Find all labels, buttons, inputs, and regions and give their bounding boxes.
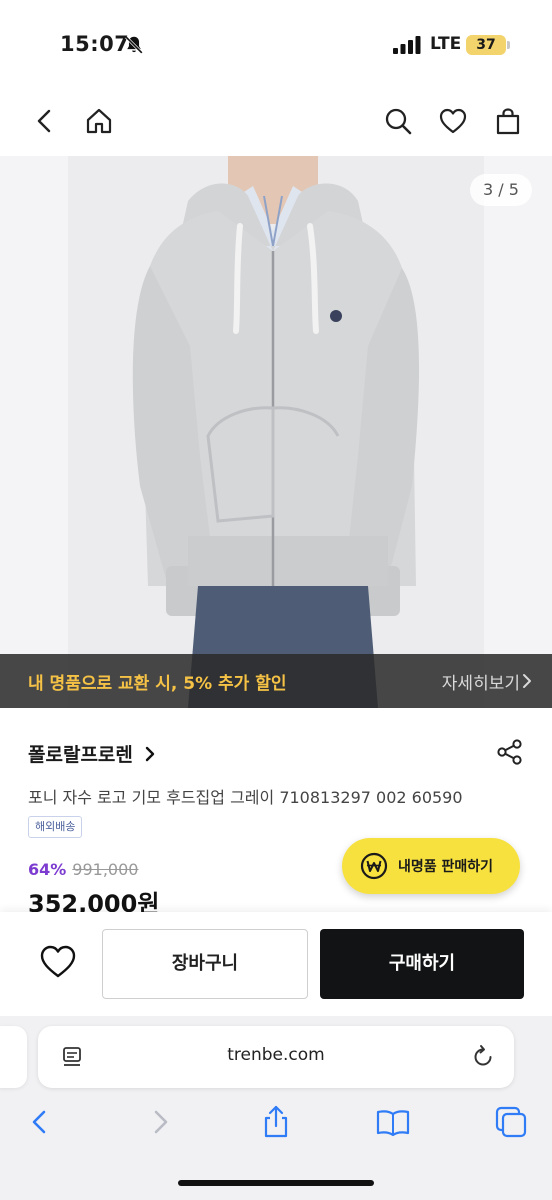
product-title: 포니 자수 로고 기모 후드집업 그레이 710813297 002 60590 xyxy=(28,788,463,807)
battery-tip xyxy=(507,41,510,49)
status-bar: 15:07 LTE 37 xyxy=(0,0,552,86)
brand-link[interactable]: 폴로랄프로렌 xyxy=(28,740,159,767)
final-price: 352,000원 xyxy=(28,890,160,912)
share-icon[interactable] xyxy=(496,738,524,766)
add-to-cart-button[interactable]: 장바구니 xyxy=(102,929,308,999)
promo-banner[interactable]: 내 명품으로 교환 시, 5% 추가 할인 자세히보기 xyxy=(0,654,552,708)
previous-tab-preview[interactable] xyxy=(0,1026,27,1088)
bookmarks-icon[interactable] xyxy=(375,1104,411,1140)
address-bar[interactable]: trenbe.com xyxy=(38,1026,514,1088)
purchase-action-bar: 장바구니 구매하기 xyxy=(0,912,552,1016)
home-button[interactable] xyxy=(82,104,116,138)
battery-icon: 37 xyxy=(466,35,506,55)
browser-forward-icon[interactable] xyxy=(142,1104,178,1140)
sell-button-label: 내명품 판매하기 xyxy=(398,859,494,875)
reload-icon[interactable] xyxy=(470,1044,496,1070)
search-icon xyxy=(385,108,412,135)
safari-toolbar: trenbe.com xyxy=(0,1016,552,1200)
heart-icon[interactable] xyxy=(38,942,78,982)
won-coin-icon xyxy=(360,852,388,880)
image-counter: 3 / 5 xyxy=(470,174,532,206)
discount-rate: 64% xyxy=(28,860,67,879)
url-text: trenbe.com xyxy=(227,1045,325,1065)
chevron-right-icon xyxy=(145,746,155,761)
back-button[interactable] xyxy=(28,104,62,138)
back-icon xyxy=(37,109,51,133)
bag-icon xyxy=(496,108,520,135)
buy-now-button[interactable]: 구매하기 xyxy=(320,929,524,999)
bell-slash-icon xyxy=(125,36,143,54)
shipping-badge: 해외배송 xyxy=(28,816,83,838)
sell-my-luxury-button[interactable]: 내명품 판매하기 xyxy=(342,838,520,894)
promo-details-link[interactable]: 자세히보기 xyxy=(442,669,520,694)
price-row: 64% 991,000 xyxy=(28,860,138,879)
product-image-carousel[interactable]: 3 / 5 내 명품으로 교환 시, 5% 추가 할인 자세히보기 xyxy=(0,156,552,708)
tabs-overview-icon[interactable] xyxy=(493,1104,529,1140)
cellular-signal-icon xyxy=(393,36,421,54)
top-nav-bar xyxy=(0,86,552,156)
cart-bag-button[interactable] xyxy=(491,104,525,138)
brand-name: 폴로랄프로렌 xyxy=(28,744,133,766)
product-photo xyxy=(132,156,420,708)
home-indicator xyxy=(178,1180,374,1186)
search-button[interactable] xyxy=(381,104,415,138)
status-time: 15:07 xyxy=(60,32,130,56)
network-type: LTE xyxy=(430,34,462,54)
wishlist-button[interactable] xyxy=(436,104,470,138)
home-icon xyxy=(86,108,112,134)
browser-back-icon[interactable] xyxy=(22,1104,58,1140)
chevron-right-icon xyxy=(523,674,531,688)
share-sheet-icon[interactable] xyxy=(258,1104,294,1140)
promo-text: 내 명품으로 교환 시, 5% 추가 할인 xyxy=(28,674,287,694)
original-price: 991,000 xyxy=(72,860,139,879)
heart-icon xyxy=(439,108,467,134)
